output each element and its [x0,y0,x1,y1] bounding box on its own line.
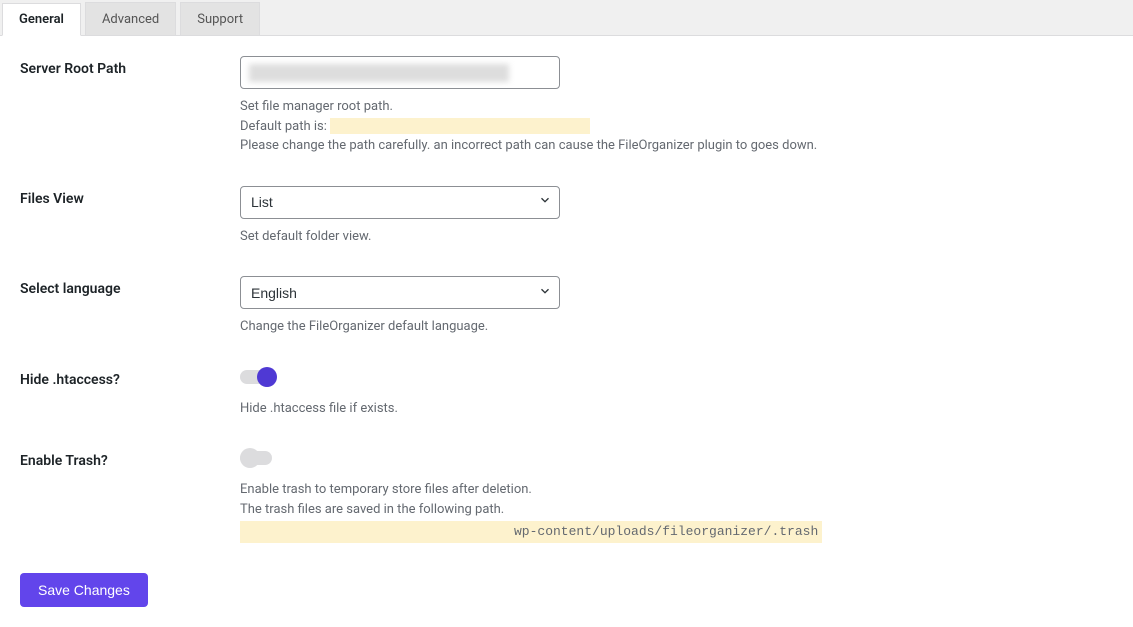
help-files-view: Set default folder view. [240,227,1113,247]
help-prefix: Default path is: [240,119,330,134]
help-text-line: The trash files are saved in the followi… [240,500,1113,520]
language-select-wrapper: English [240,276,560,309]
files-view-select[interactable]: List [240,186,560,219]
label-select-language: Select language [20,276,240,337]
row-files-view: Files View List Set default folder view. [20,186,1113,247]
trash-path-suffix: wp-content/uploads/fileorganizer/.trash [514,524,818,539]
help-text-line: Please change the path carefully. an inc… [240,136,1113,156]
redacted-input-value [249,64,509,82]
trash-path-highlight: wp-content/uploads/fileorganizer/.trash [240,521,822,543]
help-text-line: Default path is: [240,117,1113,137]
redacted-default-path [330,118,590,134]
help-text-line: Enable trash to temporary store files af… [240,480,1113,500]
field-server-root-path: Set file manager root path. Default path… [240,56,1113,156]
label-server-root-path: Server Root Path [20,56,240,156]
label-hide-htaccess: Hide .htaccess? [20,367,240,419]
tabs-bar: General Advanced Support [0,0,1133,36]
label-enable-trash: Enable Trash? [20,448,240,543]
hide-htaccess-toggle[interactable] [240,367,280,387]
help-enable-trash: Enable trash to temporary store files af… [240,480,1113,543]
row-select-language: Select language English Change the FileO… [20,276,1113,337]
row-server-root-path: Server Root Path Set file manager root p… [20,56,1113,156]
files-view-select-wrapper: List [240,186,560,219]
field-hide-htaccess: Hide .htaccess file if exists. [240,367,1113,419]
field-files-view: List Set default folder view. [240,186,1113,247]
redacted-trash-prefix [244,524,514,540]
enable-trash-toggle[interactable] [240,448,280,468]
server-root-path-input[interactable] [240,56,560,89]
save-button[interactable]: Save Changes [20,573,148,607]
label-files-view: Files View [20,186,240,247]
help-hide-htaccess: Hide .htaccess file if exists. [240,399,1113,419]
row-hide-htaccess: Hide .htaccess? Hide .htaccess file if e… [20,367,1113,419]
field-select-language: English Change the FileOrganizer default… [240,276,1113,337]
settings-body: Server Root Path Set file manager root p… [0,36,1133,627]
toggle-thumb [257,367,277,387]
help-select-language: Change the FileOrganizer default languag… [240,317,1113,337]
help-text-line: Set file manager root path. [240,97,1113,117]
field-enable-trash: Enable trash to temporary store files af… [240,448,1113,543]
row-enable-trash: Enable Trash? Enable trash to temporary … [20,448,1113,543]
language-select[interactable]: English [240,276,560,309]
toggle-thumb [240,448,260,468]
tab-advanced[interactable]: Advanced [85,2,176,35]
tab-support[interactable]: Support [180,2,260,35]
tab-general[interactable]: General [2,3,81,36]
help-server-root-path: Set file manager root path. Default path… [240,97,1113,156]
